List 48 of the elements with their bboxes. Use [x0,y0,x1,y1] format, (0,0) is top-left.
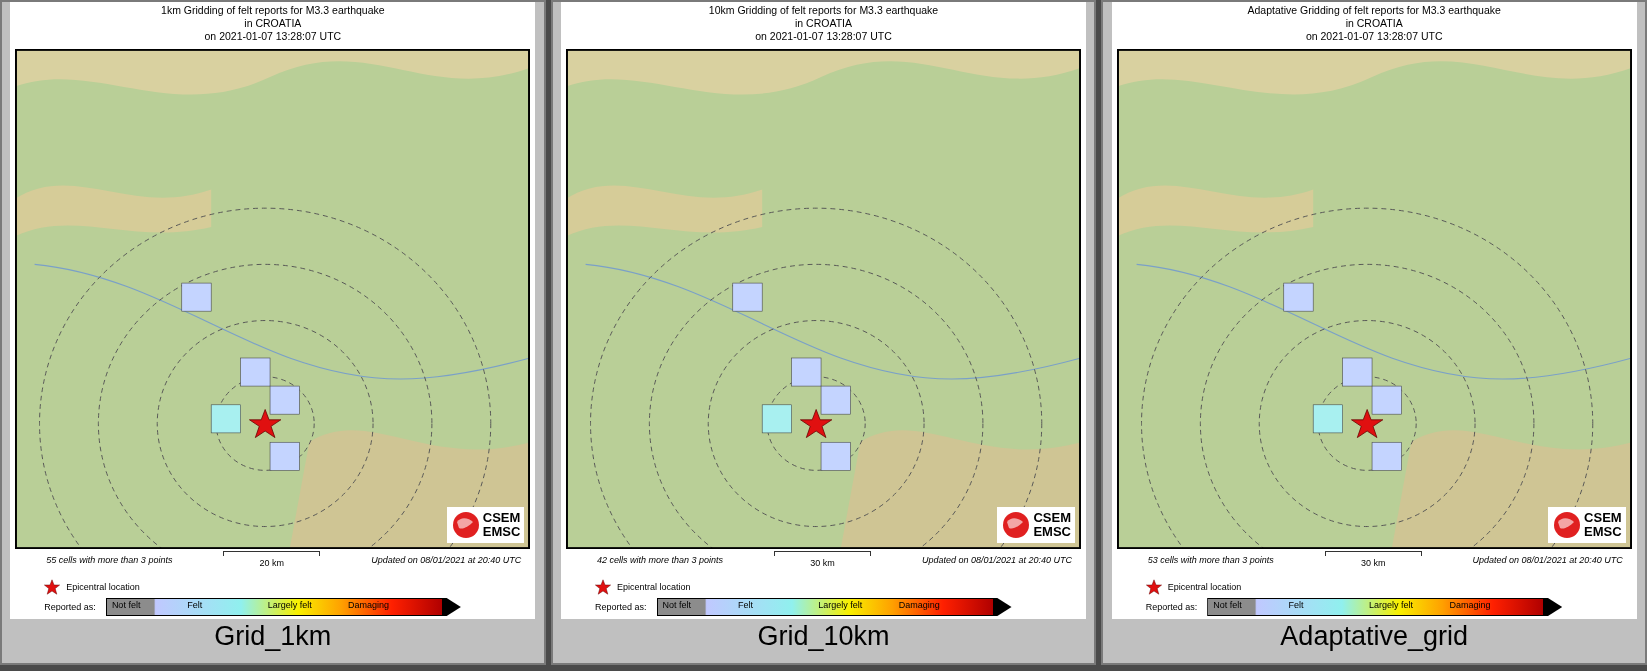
colorbar-label: Damaging [348,600,390,610]
colorbar-label: Not felt [1213,600,1242,610]
map-title: in CROATIA [795,17,852,30]
legend-label: Reported as: [44,602,96,612]
colorbar-label: Damaging [898,600,940,610]
colorbar-label: Felt [187,600,203,610]
cells-note: 55 cells with more than 3 points [46,555,173,565]
colorbar-label: Largely felt [818,600,863,610]
colorbar-label: Not felt [111,600,141,610]
colorbar-label: Largely felt [1369,600,1414,610]
legend-label: Reported as: [1145,602,1198,612]
logo-text: EMSC [1584,525,1622,539]
map-title: on 2021-01-07 13:28:07 UTC [204,30,342,43]
figure-caption: Adaptative_grid [1280,621,1468,651]
map-title: 1km Gridding of felt reports for M3.3 earthquake [161,4,385,17]
map-title: on 2021-01-07 13:28:07 UTC [1305,30,1443,43]
colorbar-label: Largely felt [267,600,312,610]
map-title: in CROATIA [244,17,302,30]
colorbar-label: Damaging [1449,600,1491,610]
legend-label: Epicentral location [1167,582,1242,592]
logo-text: CSEM [1584,511,1622,525]
scale-label: 30 km [1360,558,1386,568]
cells-note: 42 cells with more than 3 points [597,555,724,565]
figure-caption: Grid_10km [757,621,890,651]
legend-label: Epicentral location [617,582,691,592]
star-icon [1145,579,1162,595]
map-title: 10km Gridding of felt reports for M3.3 earthquake [708,4,939,17]
colorbar-label: Felt [1288,600,1304,610]
colorbar-label: Not felt [662,600,692,610]
logo-text: CSEM [482,511,521,525]
figure-caption: Grid_1km [214,621,332,651]
map-title: in CROATIA [1345,17,1403,30]
map-title: on 2021-01-07 13:28:07 UTC [755,30,892,43]
map-title: Adaptative Gridding of felt reports for M3.3 earthquake [1247,4,1501,17]
cells-note: 53 cells with more than 3 points [1147,555,1274,565]
update-note: Updated on 08/01/2021 at 20:40 UTC [921,555,1072,565]
update-note: Updated on 08/01/2021 at 20:40 UTC [371,555,522,565]
colorbar-label: Felt [737,600,753,610]
update-note: Updated on 08/01/2021 at 20:40 UTC [1472,555,1623,565]
logo-text: EMSC [482,525,521,539]
scale-label: 20 km [259,558,285,568]
legend-label: Reported as: [595,602,647,612]
star-icon [44,579,61,595]
legend-label: Epicentral location [66,582,140,592]
star-icon [595,579,611,595]
logo-text: EMSC [1033,525,1071,539]
scale-label: 30 km [810,558,835,568]
logo-text: CSEM [1033,511,1071,525]
